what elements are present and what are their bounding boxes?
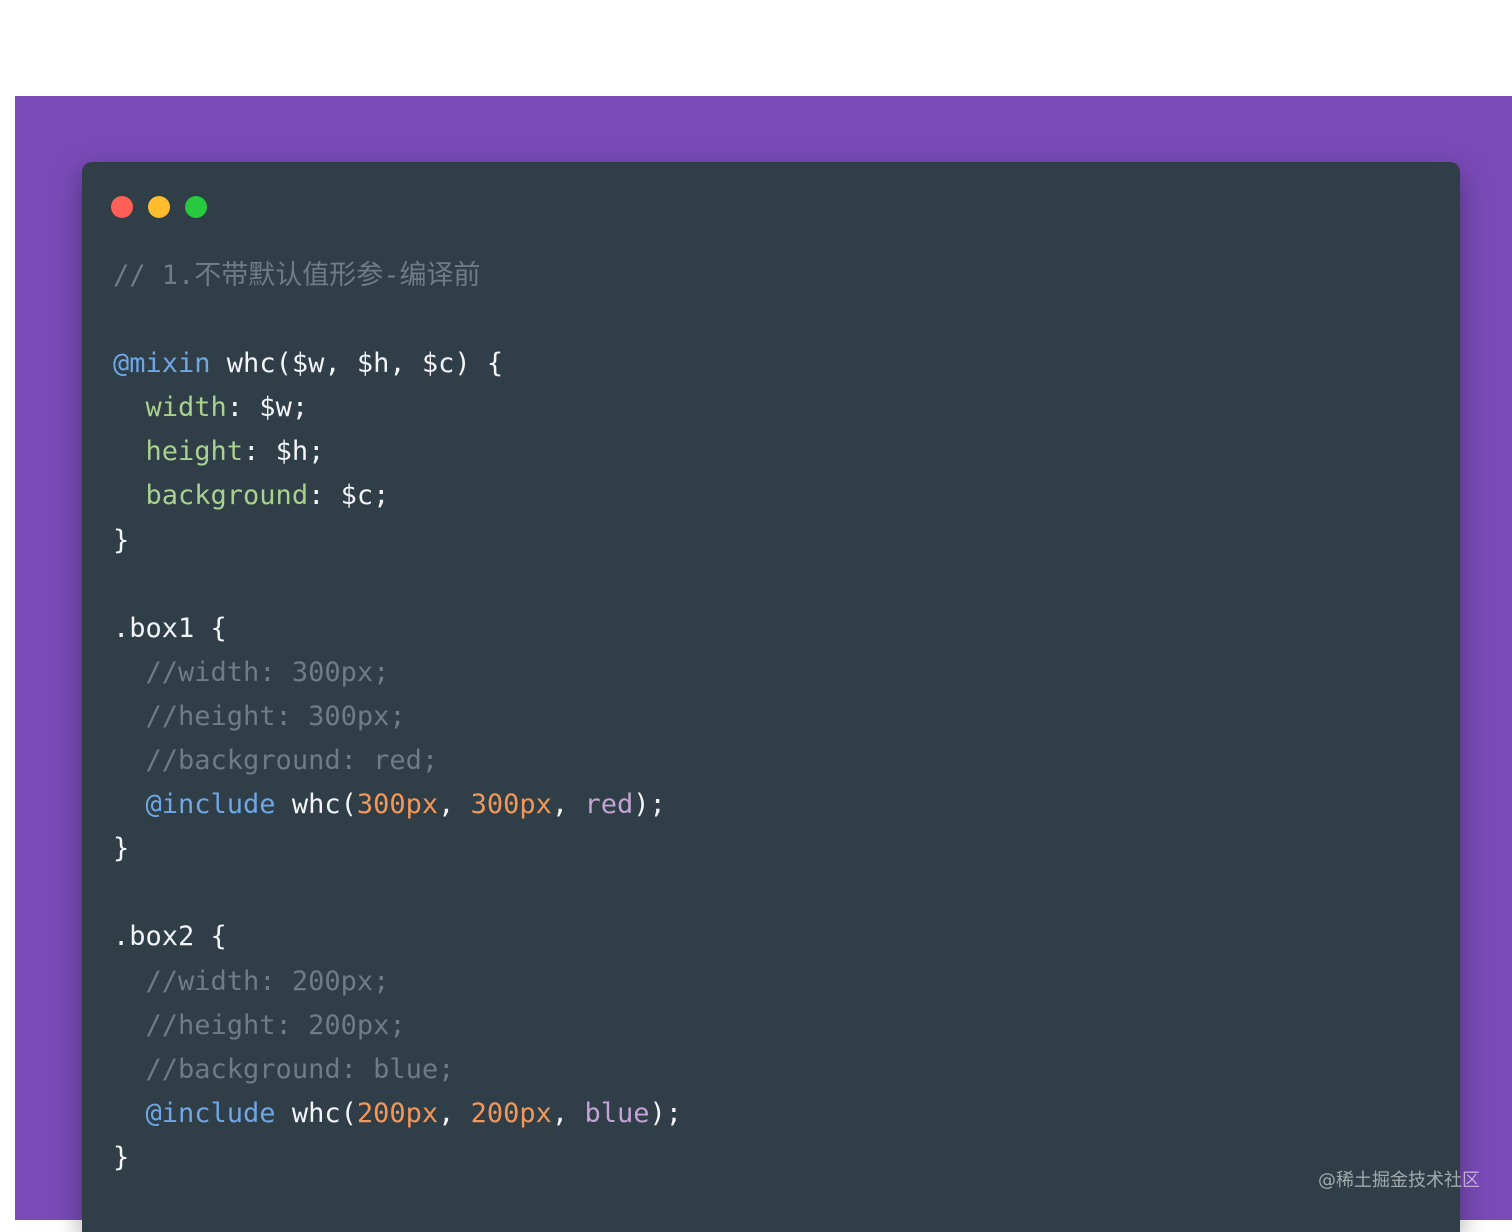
code-line: } xyxy=(113,519,682,563)
separator: , xyxy=(551,789,585,821)
code-block: // 1.不带默认值形参-编译前 @mixin whc($w, $h, $c) … xyxy=(113,254,682,1180)
code-line: //height: 200px; xyxy=(113,1004,682,1048)
at-rule-keyword: @include xyxy=(145,789,276,821)
color-argument: blue xyxy=(584,1097,650,1129)
code-text: .box1 { xyxy=(113,612,227,644)
code-text: } xyxy=(113,833,130,865)
comment-text: //height: 200px; xyxy=(145,1009,406,1041)
comment-text: // 1.不带默认值形参-编译前 xyxy=(113,260,481,291)
closing-paren: ); xyxy=(633,789,666,821)
code-text: } xyxy=(113,524,130,556)
function-name: whc( xyxy=(275,1097,357,1129)
function-name: whc( xyxy=(275,789,357,821)
property-name: height xyxy=(145,436,244,468)
code-line: //width: 200px; xyxy=(113,960,682,1004)
at-rule-keyword: @mixin xyxy=(113,348,211,380)
code-line: // 1.不带默认值形参-编译前 xyxy=(113,254,682,298)
property-name: background xyxy=(145,480,309,512)
code-text: .box2 { xyxy=(113,921,227,953)
number-argument: 200px xyxy=(356,1097,439,1129)
code-line: //background: red; xyxy=(113,739,682,783)
mixin-signature: whc($w, $h, $c) { xyxy=(210,348,504,380)
maximize-dot-icon[interactable] xyxy=(185,196,207,218)
comment-text: //width: 300px; xyxy=(145,656,390,688)
number-argument: 300px xyxy=(356,789,439,821)
code-line: height: $h; xyxy=(113,430,682,474)
number-argument: 200px xyxy=(470,1097,552,1129)
code-window: // 1.不带默认值形参-编译前 @mixin whc($w, $h, $c) … xyxy=(82,162,1460,1232)
code-text: } xyxy=(113,1141,130,1173)
code-line: } xyxy=(113,827,682,871)
comment-text: //background: blue; xyxy=(145,1053,455,1085)
code-line: .box1 { xyxy=(113,607,682,651)
closing-paren: ); xyxy=(649,1097,682,1129)
separator: , xyxy=(551,1097,585,1129)
close-dot-icon[interactable] xyxy=(111,196,133,218)
code-line: @include whc(200px, 200px, blue); xyxy=(113,1092,682,1136)
property-value: : $h; xyxy=(243,436,325,468)
code-line: } xyxy=(113,1136,682,1180)
code-line: @mixin whc($w, $h, $c) { xyxy=(113,342,682,386)
comment-text: //width: 200px; xyxy=(145,965,390,997)
comment-text: //height: 300px; xyxy=(145,700,406,732)
separator: , xyxy=(438,789,471,821)
number-argument: 300px xyxy=(470,789,552,821)
separator: , xyxy=(438,1097,471,1129)
code-line: //height: 300px; xyxy=(113,695,682,739)
property-name: width xyxy=(145,392,227,424)
code-line: width: $w; xyxy=(113,386,682,430)
code-line: //width: 300px; xyxy=(113,651,682,695)
color-argument: red xyxy=(584,789,634,821)
property-value: : $w; xyxy=(226,392,309,424)
code-line: .box2 { xyxy=(113,915,682,959)
property-value: : $c; xyxy=(308,480,390,512)
code-line: //background: blue; xyxy=(113,1048,682,1092)
comment-text: //background: red; xyxy=(145,745,439,777)
minimize-dot-icon[interactable] xyxy=(148,196,170,218)
code-line: @include whc(300px, 300px, red); xyxy=(113,783,682,827)
watermark: @稀土掘金技术社区 xyxy=(1318,1170,1480,1191)
at-rule-keyword: @include xyxy=(145,1097,276,1129)
code-line: background: $c; xyxy=(113,474,682,518)
